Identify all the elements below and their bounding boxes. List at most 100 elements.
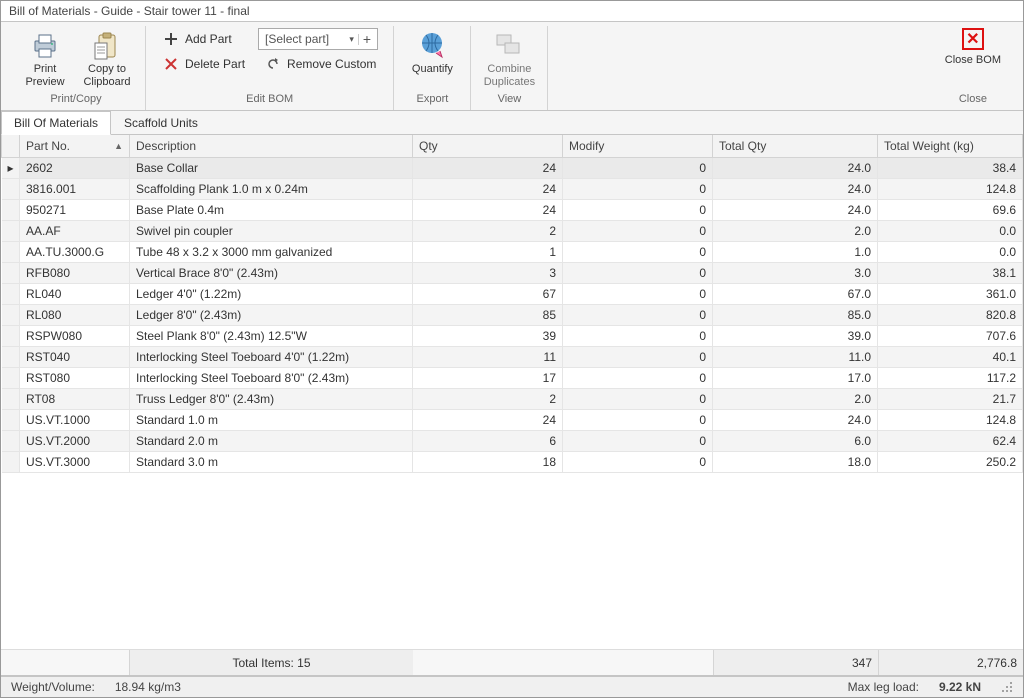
cell-qty[interactable]: 3 (413, 263, 563, 284)
col-description[interactable]: Description (130, 135, 413, 158)
cell-description[interactable]: Standard 1.0 m (130, 410, 413, 431)
col-part-no[interactable]: Part No.▲ (20, 135, 130, 158)
cell-total-weight[interactable]: 707.6 (878, 326, 1023, 347)
cell-qty[interactable]: 67 (413, 284, 563, 305)
table-row[interactable]: AA.AFSwivel pin coupler202.00.0 (2, 221, 1023, 242)
cell-part-no[interactable]: US.VT.1000 (20, 410, 130, 431)
cell-description[interactable]: Base Collar (130, 158, 413, 179)
cell-part-no[interactable]: AA.TU.3000.G (20, 242, 130, 263)
col-qty[interactable]: Qty (413, 135, 563, 158)
tab-scaffold-units[interactable]: Scaffold Units (111, 111, 211, 135)
cell-total-qty[interactable]: 11.0 (713, 347, 878, 368)
cell-qty[interactable]: 24 (413, 200, 563, 221)
cell-qty[interactable]: 18 (413, 452, 563, 473)
tab-bill-of-materials[interactable]: Bill Of Materials (1, 111, 111, 135)
cell-total-qty[interactable]: 18.0 (713, 452, 878, 473)
cell-part-no[interactable]: RST080 (20, 368, 130, 389)
cell-total-weight[interactable]: 69.6 (878, 200, 1023, 221)
cell-description[interactable]: Scaffolding Plank 1.0 m x 0.24m (130, 179, 413, 200)
cell-total-weight[interactable]: 820.8 (878, 305, 1023, 326)
cell-total-weight[interactable]: 0.0 (878, 242, 1023, 263)
cell-total-weight[interactable]: 38.1 (878, 263, 1023, 284)
cell-modify[interactable]: 0 (563, 263, 713, 284)
cell-total-qty[interactable]: 39.0 (713, 326, 878, 347)
cell-modify[interactable]: 0 (563, 368, 713, 389)
cell-qty[interactable]: 17 (413, 368, 563, 389)
table-row[interactable]: ▸2602Base Collar24024.038.4 (2, 158, 1023, 179)
cell-description[interactable]: Swivel pin coupler (130, 221, 413, 242)
combine-duplicates-button[interactable]: Combine Duplicates (481, 26, 537, 91)
table-row[interactable]: RST040Interlocking Steel Toeboard 4'0" (… (2, 347, 1023, 368)
cell-qty[interactable]: 6 (413, 431, 563, 452)
cell-part-no[interactable]: US.VT.2000 (20, 431, 130, 452)
cell-qty[interactable]: 2 (413, 221, 563, 242)
col-total-weight[interactable]: Total Weight (kg) (878, 135, 1023, 158)
table-row[interactable]: RFB080Vertical Brace 8'0" (2.43m)303.038… (2, 263, 1023, 284)
cell-qty[interactable]: 11 (413, 347, 563, 368)
copy-to-clipboard-button[interactable]: Copy to Clipboard (79, 26, 135, 91)
cell-modify[interactable]: 0 (563, 200, 713, 221)
cell-modify[interactable]: 0 (563, 158, 713, 179)
cell-modify[interactable]: 0 (563, 242, 713, 263)
table-row[interactable]: 950271Base Plate 0.4m24024.069.6 (2, 200, 1023, 221)
cell-qty[interactable]: 1 (413, 242, 563, 263)
cell-total-weight[interactable]: 124.8 (878, 410, 1023, 431)
cell-total-qty[interactable]: 24.0 (713, 410, 878, 431)
cell-total-qty[interactable]: 1.0 (713, 242, 878, 263)
cell-part-no[interactable]: 950271 (20, 200, 130, 221)
cell-total-qty[interactable]: 2.0 (713, 389, 878, 410)
table-row[interactable]: 3816.001Scaffolding Plank 1.0 m x 0.24m2… (2, 179, 1023, 200)
cell-total-qty[interactable]: 24.0 (713, 200, 878, 221)
cell-modify[interactable]: 0 (563, 221, 713, 242)
cell-total-qty[interactable]: 17.0 (713, 368, 878, 389)
cell-total-weight[interactable]: 117.2 (878, 368, 1023, 389)
cell-total-weight[interactable]: 21.7 (878, 389, 1023, 410)
cell-total-weight[interactable]: 250.2 (878, 452, 1023, 473)
cell-description[interactable]: Ledger 8'0" (2.43m) (130, 305, 413, 326)
col-modify[interactable]: Modify (563, 135, 713, 158)
cell-qty[interactable]: 24 (413, 410, 563, 431)
cell-modify[interactable]: 0 (563, 326, 713, 347)
cell-description[interactable]: Tube 48 x 3.2 x 3000 mm galvanized (130, 242, 413, 263)
table-row[interactable]: AA.TU.3000.GTube 48 x 3.2 x 3000 mm galv… (2, 242, 1023, 263)
cell-total-qty[interactable]: 6.0 (713, 431, 878, 452)
cell-part-no[interactable]: US.VT.3000 (20, 452, 130, 473)
cell-qty[interactable]: 85 (413, 305, 563, 326)
cell-total-weight[interactable]: 0.0 (878, 221, 1023, 242)
cell-modify[interactable]: 0 (563, 452, 713, 473)
cell-total-weight[interactable]: 124.8 (878, 179, 1023, 200)
cell-modify[interactable]: 0 (563, 389, 713, 410)
cell-modify[interactable]: 0 (563, 305, 713, 326)
cell-total-qty[interactable]: 85.0 (713, 305, 878, 326)
cell-description[interactable]: Vertical Brace 8'0" (2.43m) (130, 263, 413, 284)
cell-part-no[interactable]: 2602 (20, 158, 130, 179)
cell-total-qty[interactable]: 24.0 (713, 179, 878, 200)
cell-part-no[interactable]: RL040 (20, 284, 130, 305)
cell-modify[interactable]: 0 (563, 347, 713, 368)
cell-description[interactable]: Steel Plank 8'0" (2.43m) 12.5"W (130, 326, 413, 347)
table-row[interactable]: RL080Ledger 8'0" (2.43m)85085.0820.8 (2, 305, 1023, 326)
table-row[interactable]: RSPW080Steel Plank 8'0" (2.43m) 12.5"W39… (2, 326, 1023, 347)
cell-part-no[interactable]: RT08 (20, 389, 130, 410)
cell-part-no[interactable]: AA.AF (20, 221, 130, 242)
cell-total-qty[interactable]: 24.0 (713, 158, 878, 179)
table-row[interactable]: RST080Interlocking Steel Toeboard 8'0" (… (2, 368, 1023, 389)
cell-qty[interactable]: 24 (413, 179, 563, 200)
table-row[interactable]: US.VT.1000Standard 1.0 m24024.0124.8 (2, 410, 1023, 431)
cell-part-no[interactable]: RSPW080 (20, 326, 130, 347)
cell-part-no[interactable]: RST040 (20, 347, 130, 368)
cell-total-qty[interactable]: 67.0 (713, 284, 878, 305)
print-preview-button[interactable]: Print Preview (17, 26, 73, 91)
cell-qty[interactable]: 39 (413, 326, 563, 347)
quantify-button[interactable]: Quantify (404, 26, 460, 79)
cell-modify[interactable]: 0 (563, 431, 713, 452)
table-row[interactable]: US.VT.2000Standard 2.0 m606.062.4 (2, 431, 1023, 452)
cell-description[interactable]: Interlocking Steel Toeboard 8'0" (2.43m) (130, 368, 413, 389)
delete-part-button[interactable]: Delete Part (156, 53, 252, 75)
cell-modify[interactable]: 0 (563, 284, 713, 305)
cell-description[interactable]: Standard 2.0 m (130, 431, 413, 452)
remove-custom-button[interactable]: Remove Custom (258, 53, 383, 75)
close-bom-button[interactable]: ✕ Close BOM (939, 26, 1007, 68)
resize-grip-icon[interactable] (1001, 681, 1013, 693)
cell-total-qty[interactable]: 2.0 (713, 221, 878, 242)
